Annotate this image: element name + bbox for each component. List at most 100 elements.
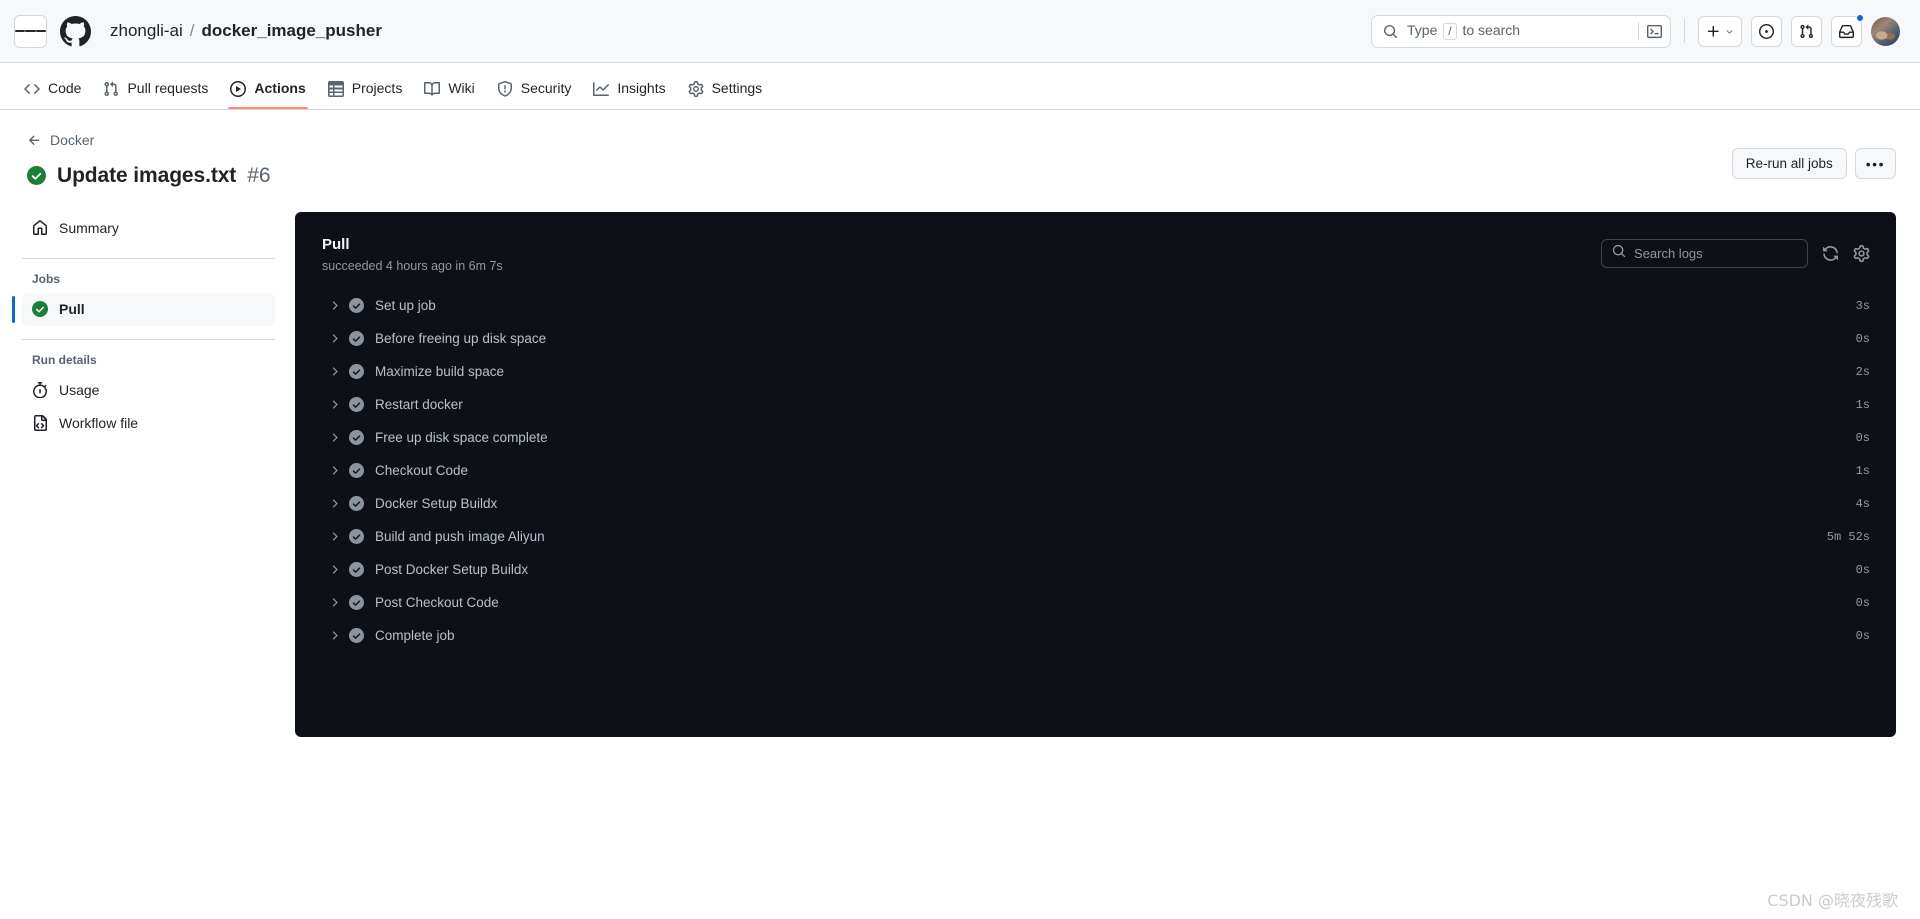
- notifications-button[interactable]: [1831, 13, 1864, 47]
- hamburger-icon[interactable]: [14, 14, 47, 48]
- step-name: Docker Setup Buildx: [375, 496, 498, 511]
- sidebar-run-details-group: Run details Usage Workflow file: [22, 353, 275, 440]
- avatar[interactable]: [1871, 16, 1900, 46]
- job-step-row[interactable]: Post Docker Setup Buildx 0s: [295, 553, 1896, 586]
- code-icon: [24, 83, 40, 95]
- step-duration: 2s: [1855, 364, 1870, 379]
- job-log-header: Pull succeeded 4 hours ago in 6m 7s Sear…: [295, 212, 1896, 290]
- sidebar-item-usage[interactable]: Usage: [22, 374, 275, 407]
- step-success-icon: [349, 397, 364, 412]
- sidebar-item-summary[interactable]: Summary: [22, 212, 275, 245]
- success-check-icon: [27, 166, 46, 185]
- search-input[interactable]: Type / to search: [1371, 14, 1671, 48]
- step-duration: 0s: [1855, 562, 1870, 577]
- repo-nav: Code Pull requests Actions Projects Wiki…: [0, 63, 1920, 110]
- chevron-right-icon[interactable]: [326, 464, 342, 477]
- job-step-row[interactable]: Maximize build space 2s: [295, 355, 1896, 388]
- repo-tab-actions[interactable]: Actions: [220, 63, 315, 109]
- repo-tab-projects[interactable]: Projects: [318, 63, 413, 109]
- job-step-row[interactable]: Free up disk space complete 0s: [295, 421, 1896, 454]
- github-logo-icon[interactable]: [60, 15, 91, 47]
- step-name: Maximize build space: [375, 364, 505, 379]
- sync-icon[interactable]: [1822, 245, 1839, 262]
- step-name: Build and push image Aliyun: [375, 529, 545, 544]
- chevron-right-icon[interactable]: [326, 497, 342, 510]
- repo-tab-settings[interactable]: Settings: [678, 63, 773, 109]
- step-name: Free up disk space complete: [375, 430, 548, 445]
- job-step-row[interactable]: Restart docker 1s: [295, 388, 1896, 421]
- back-to-workflow-link[interactable]: Docker: [27, 132, 94, 148]
- repo-tab-label: Actions: [254, 80, 306, 96]
- page-root: zhongli-ai / docker_image_pusher Type / …: [0, 0, 1920, 919]
- breadcrumb-owner[interactable]: zhongli-ai: [110, 21, 183, 41]
- header-divider: [1684, 19, 1685, 43]
- repo-tab-label: Code: [48, 80, 82, 96]
- step-duration: 0s: [1855, 628, 1870, 643]
- sidebar-item-label: Pull: [59, 301, 85, 317]
- chevron-right-icon[interactable]: [326, 398, 342, 411]
- job-name: Pull: [322, 235, 350, 253]
- step-success-icon: [349, 298, 364, 313]
- repo-tab-pull-requests[interactable]: Pull requests: [93, 63, 218, 109]
- chevron-right-icon[interactable]: [326, 596, 342, 609]
- sidebar-item-workflow-file[interactable]: Workflow file: [22, 407, 275, 440]
- stopwatch-icon: [33, 382, 48, 398]
- step-duration: 1s: [1855, 463, 1870, 478]
- breadcrumb-repo[interactable]: docker_image_pusher: [202, 21, 382, 41]
- repo-tab-code[interactable]: Code: [14, 63, 91, 109]
- search-icon: [1612, 244, 1626, 263]
- job-step-row[interactable]: Build and push image Aliyun 5m 52s: [295, 520, 1896, 553]
- step-duration: 0s: [1855, 430, 1870, 445]
- job-step-row[interactable]: Docker Setup Buildx 4s: [295, 487, 1896, 520]
- job-step-row[interactable]: Before freeing up disk space 0s: [295, 322, 1896, 355]
- sidebar-item-label: Usage: [59, 382, 100, 398]
- search-icon: [1383, 24, 1398, 39]
- book-icon: [424, 81, 441, 96]
- git-pull-request-icon: [1800, 24, 1814, 38]
- search-logs-input[interactable]: Search logs: [1601, 238, 1808, 268]
- step-duration: 0s: [1855, 595, 1870, 610]
- terminal-icon[interactable]: [1638, 22, 1662, 40]
- home-icon: [33, 220, 47, 235]
- step-success-icon: [349, 562, 364, 577]
- run-number: #6: [247, 163, 271, 187]
- job-step-row[interactable]: Set up job 3s: [295, 289, 1896, 322]
- sidebar-item-job-pull[interactable]: Pull: [12, 292, 275, 326]
- sidebar-divider: [22, 338, 275, 340]
- job-step-row[interactable]: Checkout Code 1s: [295, 454, 1896, 487]
- repo-tab-label: Settings: [711, 80, 763, 96]
- step-duration: 4s: [1855, 496, 1870, 511]
- success-check-icon: [32, 301, 48, 317]
- chevron-right-icon[interactable]: [326, 563, 342, 576]
- step-success-icon: [349, 628, 364, 643]
- repo-tab-security[interactable]: Security: [487, 63, 582, 109]
- create-new-button[interactable]: [1698, 15, 1742, 47]
- more-options-button[interactable]: •••: [1854, 148, 1896, 179]
- sidebar-jobs-group: Jobs Pull: [12, 272, 275, 326]
- pull-requests-button[interactable]: [1791, 15, 1822, 47]
- rerun-all-jobs-button[interactable]: Re-run all jobs: [1731, 148, 1847, 179]
- chevron-right-icon[interactable]: [326, 299, 342, 312]
- step-name: Set up job: [375, 298, 436, 313]
- search-slash-key: /: [1443, 23, 1457, 40]
- repo-tab-label: Pull requests: [127, 80, 209, 96]
- job-step-row[interactable]: Complete job 0s: [295, 619, 1896, 652]
- graph-icon: [593, 82, 610, 96]
- repo-tab-wiki[interactable]: Wiki: [414, 63, 484, 109]
- search-placeholder-before: Type: [1407, 22, 1438, 38]
- sidebar-divider: [22, 257, 275, 259]
- chevron-right-icon[interactable]: [326, 530, 342, 543]
- chevron-right-icon[interactable]: [326, 431, 342, 444]
- gear-icon[interactable]: [1853, 244, 1870, 262]
- step-duration: 3s: [1855, 298, 1870, 313]
- header-right-controls: Type / to search: [1371, 13, 1900, 48]
- chevron-right-icon[interactable]: [326, 365, 342, 378]
- run-actions: Re-run all jobs •••: [1731, 148, 1896, 179]
- issues-button[interactable]: [1751, 15, 1782, 47]
- step-duration: 0s: [1855, 331, 1870, 346]
- job-step-row[interactable]: Post Checkout Code 0s: [295, 586, 1896, 619]
- gear-icon: [688, 81, 703, 97]
- repo-tab-insights[interactable]: Insights: [583, 63, 675, 109]
- chevron-right-icon[interactable]: [326, 629, 342, 642]
- chevron-right-icon[interactable]: [326, 332, 342, 345]
